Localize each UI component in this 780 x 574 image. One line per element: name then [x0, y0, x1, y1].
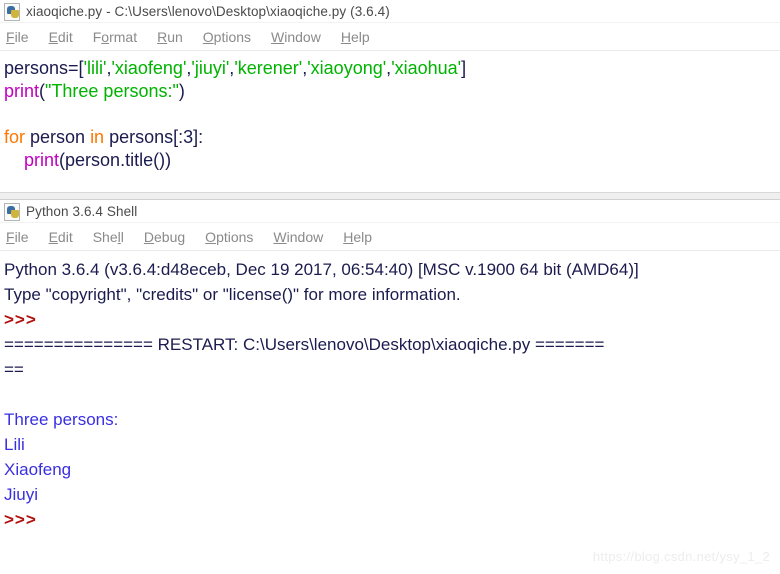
code-token-string: 'xiaofeng' — [111, 58, 187, 78]
shell-line-output: Xiaofeng — [4, 460, 72, 479]
shell-line-blank — [4, 382, 780, 407]
code-token-string: 'xiaoyong' — [307, 58, 387, 78]
shell-output-area[interactable]: Python 3.6.4 (v3.6.4:d48eceb, Dec 19 201… — [0, 251, 780, 532]
code-token-keyword: in — [90, 127, 105, 147]
python-shell-window: Python 3.6.4 Shell File Edit Shell Debug Opt… — [0, 200, 780, 552]
editor-menu-window[interactable]: Window — [271, 29, 321, 45]
shell-line-prompt: >>> — [4, 310, 37, 329]
code-token-plain: ) — [178, 81, 185, 101]
shell-menu-options[interactable]: Options — [205, 229, 253, 245]
code-token-plain: person — [25, 127, 91, 147]
shell-titlebar: Python 3.6.4 Shell — [0, 200, 780, 223]
code-token-string: 'xiaohua' — [391, 58, 462, 78]
python-file-icon — [4, 2, 21, 21]
code-line: print("Three persons:") — [4, 80, 780, 103]
shell-menu-shell[interactable]: Shell — [93, 229, 124, 245]
shell-menu-file[interactable]: File — [6, 229, 29, 245]
editor-menu-options[interactable]: Options — [203, 29, 251, 45]
window-divider — [0, 192, 780, 200]
shell-line-restart: =============== RESTART: C:\Users\lenovo… — [4, 335, 605, 354]
code-line: print(person.title()) — [4, 149, 780, 172]
shell-line-output: Three persons: — [4, 410, 119, 429]
python-file-icon — [4, 202, 21, 221]
shell-menu-edit[interactable]: Edit — [49, 229, 73, 245]
code-token-plain: ] — [461, 58, 467, 78]
editor-menu-edit[interactable]: Edit — [49, 29, 73, 45]
idle-editor-window: xiaoqiche.py - C:\Users\lenovo\Desktop\x… — [0, 0, 780, 192]
editor-titlebar: xiaoqiche.py - C:\Users\lenovo\Desktop\x… — [0, 0, 780, 23]
shell-title-text: Python 3.6.4 Shell — [26, 203, 138, 219]
code-token-builtin: print — [4, 81, 40, 101]
shell-line-output: Lili — [4, 435, 25, 454]
code-token-string: 'kerener' — [234, 58, 303, 78]
code-line: persons=['lili','xiaofeng','jiuyi','kere… — [4, 57, 780, 80]
editor-menu-run[interactable]: Run — [157, 29, 183, 45]
shell-menu-help[interactable]: Help — [343, 229, 372, 245]
code-token-plain: persons[:3]: — [104, 127, 204, 147]
watermark: https://blog.csdn.net/ysy_1_2 — [592, 549, 770, 564]
shell-menu-window[interactable]: Window — [273, 229, 323, 245]
editor-menu-help[interactable]: Help — [341, 29, 370, 45]
shell-menu-debug[interactable]: Debug — [144, 229, 185, 245]
editor-menu-file[interactable]: File — [6, 29, 29, 45]
shell-line-banner: Type "copyright", "credits" or "license(… — [4, 285, 461, 304]
shell-line-restart: == — [4, 360, 24, 379]
editor-menubar: File Edit Format Run Options Window Help — [0, 23, 780, 51]
editor-code-area[interactable]: persons=['lili','xiaofeng','jiuyi','kere… — [0, 51, 780, 172]
code-token-builtin: print — [24, 150, 60, 170]
code-token-string: 'lili' — [83, 58, 107, 78]
code-token-keyword: for — [4, 127, 26, 147]
shell-menubar: File Edit Shell Debug Options Window Help — [0, 223, 780, 251]
shell-line-banner: Python 3.6.4 (v3.6.4:d48eceb, Dec 19 201… — [4, 260, 639, 279]
code-token-plain: (person.title()) — [59, 150, 172, 170]
code-token-string: 'jiuyi' — [191, 58, 230, 78]
editor-menu-format[interactable]: Format — [93, 29, 137, 45]
code-token-plain: persons=[ — [4, 58, 84, 78]
shell-line-prompt: >>> — [4, 510, 37, 529]
editor-title-text: xiaoqiche.py - C:\Users\lenovo\Desktop\x… — [26, 3, 390, 19]
shell-line-output: Jiuyi — [4, 485, 39, 504]
code-line: for person in persons[:3]: — [4, 126, 780, 149]
code-token-string: "Three persons:" — [45, 81, 179, 101]
